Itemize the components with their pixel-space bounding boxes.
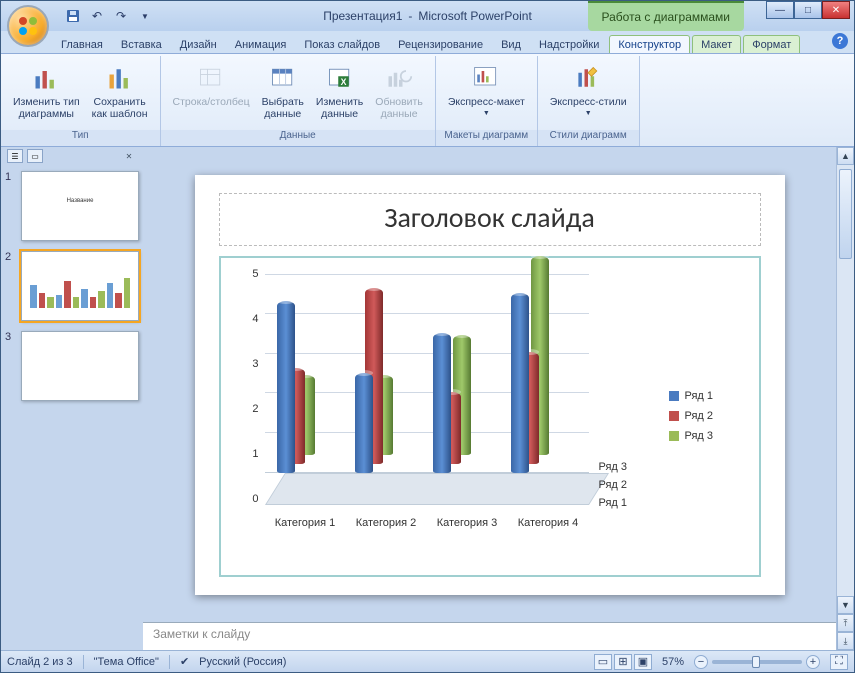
zoom-percent[interactable]: 57% — [662, 656, 684, 668]
chevron-down-icon: ▼ — [483, 110, 490, 118]
tab-design[interactable]: Дизайн — [172, 36, 225, 53]
quick-access-toolbar: ↶ ↷ ▼ — [63, 6, 155, 26]
spellcheck-icon[interactable]: ✔ — [180, 655, 189, 668]
undo-icon[interactable]: ↶ — [87, 6, 107, 26]
slide-canvas[interactable]: Заголовок слайда 5 4 3 2 1 0 — [195, 175, 785, 595]
tab-insert[interactable]: Вставка — [113, 36, 170, 53]
x-axis: Категория 1 Категория 2 Категория 3 Кате… — [265, 517, 589, 565]
switch-rc-icon — [195, 62, 227, 94]
slide-counter: Слайд 2 из 3 — [7, 656, 73, 668]
slide-thumbnail[interactable]: 1 Название — [5, 171, 139, 241]
zoom-out-button[interactable]: − — [694, 655, 708, 669]
chevron-down-icon: ▼ — [585, 110, 592, 118]
layouts-icon — [470, 62, 502, 94]
save-as-template-button[interactable]: Сохранить как шаблон — [86, 60, 154, 122]
slideshow-view-icon[interactable]: ▣ — [634, 654, 652, 670]
svg-text:X: X — [340, 77, 346, 87]
template-icon — [104, 62, 136, 94]
next-slide-icon[interactable]: ⤓ — [837, 632, 854, 650]
bar-chart-icon — [30, 62, 62, 94]
group-label-data: Данные — [161, 130, 435, 146]
slide-thumbnail[interactable]: 3 — [5, 331, 139, 401]
vertical-scrollbar[interactable]: ▲ ▼ ⤒ ⤓ — [836, 147, 854, 650]
help-icon[interactable]: ? — [832, 33, 848, 49]
tab-chart-format[interactable]: Формат — [743, 35, 800, 53]
maximize-button[interactable]: □ — [794, 1, 822, 19]
redo-icon[interactable]: ↷ — [111, 6, 131, 26]
slides-tab-icon[interactable]: ▭ — [27, 149, 43, 163]
group-label-styles: Стили диаграмм — [538, 130, 639, 146]
chart-plot-area — [265, 274, 589, 505]
tab-animation[interactable]: Анимация — [227, 36, 295, 53]
chart-legend: Ряд 1 Ряд 2 Ряд 3 — [669, 268, 749, 565]
edit-data-button[interactable]: X Изменить данные — [310, 60, 369, 122]
slide-title-placeholder[interactable]: Заголовок слайда — [219, 193, 761, 246]
quick-layout-button[interactable]: Экспресс-макет ▼ — [442, 60, 531, 120]
tab-chart-design[interactable]: Конструктор — [609, 35, 690, 53]
zoom-in-button[interactable]: + — [806, 655, 820, 669]
tab-slideshow[interactable]: Показ слайдов — [296, 36, 388, 53]
select-data-button[interactable]: Выбрать данные — [256, 60, 310, 122]
language-status[interactable]: Русский (Россия) — [199, 656, 286, 668]
tab-chart-layout[interactable]: Макет — [692, 35, 741, 53]
minimize-button[interactable]: — — [766, 1, 794, 19]
ribbon-tabs: Главная Вставка Дизайн Анимация Показ сл… — [1, 31, 854, 53]
close-button[interactable]: ✕ — [822, 1, 850, 19]
tab-home[interactable]: Главная — [53, 36, 111, 53]
theme-name: "Тема Office" — [94, 656, 159, 668]
change-chart-type-button[interactable]: Изменить тип диаграммы — [7, 60, 86, 122]
close-panel-icon[interactable]: ✕ — [121, 149, 137, 163]
slide-thumbnail[interactable]: 2 — [5, 251, 139, 321]
sorter-view-icon[interactable]: ⊞ — [614, 654, 632, 670]
contextual-tab-group: Работа с диаграммами — [588, 1, 745, 31]
tab-view[interactable]: Вид — [493, 36, 529, 53]
quick-styles-button[interactable]: Экспресс-стили ▼ — [544, 60, 633, 120]
zoom-slider[interactable] — [712, 660, 802, 664]
document-name: Презентация1 — [323, 9, 402, 23]
refresh-icon — [383, 62, 415, 94]
group-label-type: Тип — [1, 130, 160, 146]
normal-view-icon[interactable]: ▭ — [594, 654, 612, 670]
ribbon: Изменить тип диаграммы Сохранить как шаб… — [1, 53, 854, 147]
window-title: Презентация1 - Microsoft PowerPoint — [323, 9, 532, 23]
tab-review[interactable]: Рецензирование — [390, 36, 491, 53]
scroll-thumb[interactable] — [839, 169, 852, 259]
scroll-down-icon[interactable]: ▼ — [837, 596, 854, 614]
office-button[interactable] — [7, 5, 49, 47]
title-bar: ↶ ↷ ▼ Презентация1 - Microsoft PowerPoin… — [1, 1, 854, 31]
status-bar: Слайд 2 из 3 "Тема Office" ✔ Русский (Ро… — [1, 650, 854, 672]
save-icon[interactable] — [63, 6, 83, 26]
slide-panel: ☰ ▭ ✕ 1 Название 2 3 — [1, 147, 143, 650]
styles-icon — [572, 62, 604, 94]
depth-axis: Ряд 3 Ряд 2 Ряд 1 — [599, 461, 669, 509]
app-name: Microsoft PowerPoint — [418, 9, 531, 23]
edit-data-icon: X — [324, 62, 356, 94]
scroll-up-icon[interactable]: ▲ — [837, 147, 854, 165]
select-data-icon — [267, 62, 299, 94]
notes-pane[interactable]: Заметки к слайду — [143, 622, 836, 650]
qat-dropdown-icon[interactable]: ▼ — [135, 6, 155, 26]
switch-row-column-button[interactable]: Строка/столбец — [167, 60, 256, 110]
fit-to-window-icon[interactable]: ⛶ — [830, 654, 848, 670]
prev-slide-icon[interactable]: ⤒ — [837, 614, 854, 632]
chart-object[interactable]: 5 4 3 2 1 0 — [219, 256, 761, 577]
tab-addins[interactable]: Надстройки — [531, 36, 607, 53]
outline-tab-icon[interactable]: ☰ — [7, 149, 23, 163]
refresh-data-button[interactable]: Обновить данные — [369, 60, 429, 122]
y-axis: 5 4 3 2 1 0 — [231, 268, 259, 505]
group-label-layouts: Макеты диаграмм — [436, 130, 537, 146]
